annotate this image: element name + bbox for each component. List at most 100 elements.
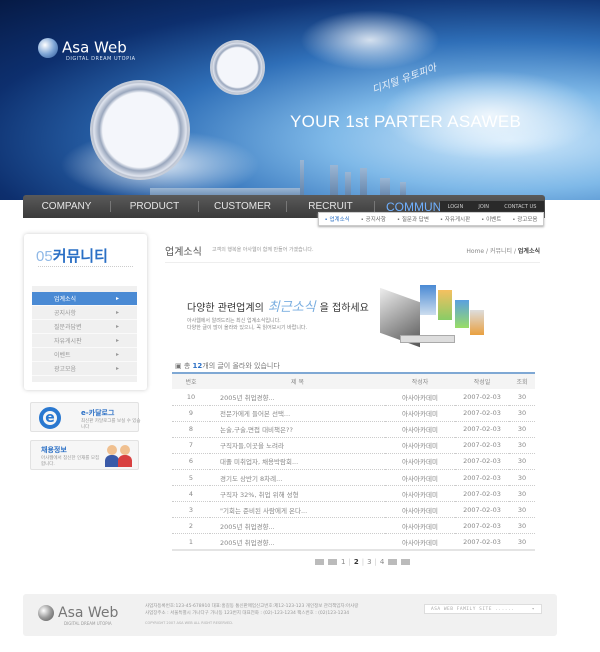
table-row[interactable]: 10 2005년 취업경향... 아사아카데미 2007-02-03 30 xyxy=(172,389,535,406)
page-link[interactable]: 4 xyxy=(380,558,384,566)
arrow-icon: ▸ xyxy=(115,337,119,344)
count-value: 12 xyxy=(192,362,203,370)
breadcrumb-home[interactable]: Home xyxy=(466,248,484,255)
row-title[interactable]: 2005년 취업경향... xyxy=(210,533,385,551)
chevron-down-icon: ▾ xyxy=(531,607,535,612)
sidebar-item-board[interactable]: 자유게시판 ▸ xyxy=(32,334,137,348)
pagination: 1 | 2 | 3 | 4 xyxy=(315,558,411,566)
last-page-button[interactable] xyxy=(401,559,411,565)
col-no: 번호 xyxy=(172,372,210,389)
submenu-news[interactable]: • 업계소식 xyxy=(324,215,349,223)
submenu-notice[interactable]: • 공지사항 xyxy=(361,215,386,223)
promo-post: 을 접하세요 xyxy=(319,303,369,314)
first-page-button[interactable] xyxy=(315,559,324,565)
page-link[interactable]: 3 xyxy=(367,558,371,566)
contact-link[interactable]: CONTACT US xyxy=(504,204,536,210)
row-title[interactable]: 논술,구술,면접 대비책은?? xyxy=(210,421,385,438)
page-title: 업계소식 xyxy=(165,247,202,258)
login-link[interactable]: LOGIN xyxy=(448,204,464,210)
row-title[interactable]: 2005년 취업경향... xyxy=(210,389,385,406)
family-site-select[interactable]: ▾ ASA WEB FAMILY SITE ...... xyxy=(424,604,542,614)
footer-logo: Asa Web DIGITAL DREAM UTOPIA xyxy=(38,605,118,626)
footer-line: 사업자등록번호:123-45-678910 대표:홍길동 통신판매업신고번호:제… xyxy=(145,604,359,609)
submenu-event[interactable]: • 이벤트 xyxy=(481,215,501,223)
catalog-banner[interactable]: e e-카달로그 최신판 카달로그를 보실 수 있습니다 xyxy=(30,402,141,432)
row-date: 2007-02-03 xyxy=(455,389,509,406)
row-views: 30 xyxy=(509,485,535,503)
row-number: 5 xyxy=(172,469,210,487)
row-views: 30 xyxy=(509,501,535,519)
row-title[interactable]: 전문가에게 들어본 선택... xyxy=(210,405,385,422)
submenu-qna[interactable]: • 질문과 답변 xyxy=(397,215,429,223)
table-row[interactable]: 1 2005년 취업경향... 아사아카데미 2007-02-03 30 xyxy=(172,533,535,551)
footer-address: 사업자등록번호:123-45-678910 대표:홍길동 통신판매업신고번호:제… xyxy=(145,603,358,617)
row-title[interactable]: 2005년 취업경향... xyxy=(210,517,385,535)
submenu-ads[interactable]: • 광고모음 xyxy=(512,215,537,223)
next-page-button[interactable] xyxy=(388,559,398,565)
recruit-desc: 아사웹에서 참신한 인재를 모집합니다. xyxy=(41,456,100,467)
row-number: 1 xyxy=(172,533,210,551)
row-title[interactable]: 구직자 32%, 취업 위해 성형 xyxy=(210,485,385,503)
row-author: 아사아카데미 xyxy=(385,501,455,519)
table-row[interactable]: 7 구직자들,이곳을 노려라 아사아카데미 2007-02-03 30 xyxy=(172,437,535,454)
table-row[interactable]: 9 전문가에게 들어본 선택... 아사아카데미 2007-02-03 30 xyxy=(172,405,535,422)
row-date: 2007-02-03 xyxy=(455,533,509,551)
page-description: 고객의 행복을 아사웹이 함께 만들어 가겠습니다. xyxy=(212,247,314,253)
row-views: 30 xyxy=(509,533,535,551)
row-views: 30 xyxy=(509,389,535,406)
submenu-board[interactable]: • 자유게시판 xyxy=(440,215,470,223)
row-author: 아사아카데미 xyxy=(385,517,455,535)
row-date: 2007-02-03 xyxy=(455,501,509,519)
submenu: • 업계소식 • 공지사항 • 질문과 답변 • 자유게시판 • 이벤트 • 광… xyxy=(318,212,544,226)
row-date: 2007-02-03 xyxy=(455,485,509,503)
table-row[interactable]: 3 "기회는 준비된 사람에게 온다... 아사아카데미 2007-02-03 30 xyxy=(172,501,535,519)
col-author: 작성자 xyxy=(385,372,455,389)
logo[interactable]: Asa Web DIGITAL DREAM UTOPIA xyxy=(38,38,136,62)
row-title[interactable]: 대졸 미취업자, 채용박람회... xyxy=(210,453,385,470)
table-row[interactable]: 2 2005년 취업경향... 아사아카데미 2007-02-03 30 xyxy=(172,517,535,535)
sidebar-item-notice[interactable]: 공지사항 ▸ xyxy=(32,306,137,320)
row-number: 3 xyxy=(172,501,210,519)
page-link[interactable]: 1 xyxy=(341,558,345,566)
copyright: COPYRIGHT 2007 ASA WEB ALL RIGHT RESERVE… xyxy=(145,621,234,625)
promo-text: 아사웹에서 알려드리는 최신 업계소식입니다. 다양한 글이 많이 올라와 있으니… xyxy=(187,318,307,332)
arrow-icon: ▸ xyxy=(115,365,119,372)
sidebar-title: 05커뮤니티 xyxy=(36,245,108,266)
row-title[interactable]: 구직자들,이곳을 노려라 xyxy=(210,437,385,454)
sidebar-item-label: 자유게시판 xyxy=(54,338,82,345)
table-row[interactable]: 5 경기도 상반기 8차례... 아사아카데미 2007-02-03 30 xyxy=(172,469,535,487)
count-pre: 총 xyxy=(183,362,193,370)
sidebar-menu: 업계소식 ▸ 공지사항 ▸ 질문과답변 ▸ 자유게시판 ▸ 이벤트 ▸ 광고모음 ▸ xyxy=(32,286,137,382)
breadcrumb: Home / 커뮤니티 / 업계소식 xyxy=(440,246,540,255)
nav-company[interactable]: COMPANY xyxy=(23,201,111,212)
row-views: 30 xyxy=(509,469,535,487)
table-row[interactable]: 8 논술,구술,면접 대비책은?? 아사아카데미 2007-02-03 30 xyxy=(172,421,535,438)
row-title[interactable]: 경기도 상반기 8차례... xyxy=(210,469,385,487)
page-separator: | xyxy=(374,558,377,566)
breadcrumb-community[interactable]: 커뮤니티 xyxy=(490,248,512,255)
recruit-banner[interactable]: 채용정보 아사웹에서 참신한 인재를 모집합니다. xyxy=(30,440,139,470)
nav-customer[interactable]: CUSTOMER xyxy=(199,201,287,212)
promo-headline: 다양한 관련업계의 최근소식 을 접하세요 xyxy=(187,296,369,315)
col-views: 조회 xyxy=(509,372,535,389)
row-title[interactable]: "기회는 준비된 사람에게 온다... xyxy=(210,501,385,519)
nav-recruit[interactable]: RECRUIT xyxy=(287,201,375,212)
join-link[interactable]: JOIN xyxy=(478,204,489,210)
arrow-icon: ▸ xyxy=(115,309,119,316)
promo-highlight: 최근소식 xyxy=(267,300,316,315)
row-date: 2007-02-03 xyxy=(455,437,509,454)
row-date: 2007-02-03 xyxy=(455,469,509,487)
page-link[interactable]: 2 xyxy=(354,558,359,566)
logo-subtitle: DIGITAL DREAM UTOPIA xyxy=(66,56,136,62)
nav-product[interactable]: PRODUCT xyxy=(111,201,199,212)
sidebar-item-ads[interactable]: 광고모음 ▸ xyxy=(32,362,137,376)
sidebar-item-news[interactable]: 업계소식 ▸ xyxy=(32,292,137,306)
sidebar-item-label: 질문과답변 xyxy=(54,324,82,331)
prev-page-button[interactable] xyxy=(328,559,337,565)
count-post: 개의 글이 올라와 있습니다 xyxy=(202,362,280,370)
table-row[interactable]: 4 구직자 32%, 취업 위해 성형 아사아카데미 2007-02-03 30 xyxy=(172,485,535,503)
people-icon xyxy=(105,445,133,467)
table-row[interactable]: 6 대졸 미취업자, 채용박람회... 아사아카데미 2007-02-03 30 xyxy=(172,453,535,470)
sidebar-item-event[interactable]: 이벤트 ▸ xyxy=(32,348,137,362)
sidebar-item-qna[interactable]: 질문과답변 ▸ xyxy=(32,320,137,334)
